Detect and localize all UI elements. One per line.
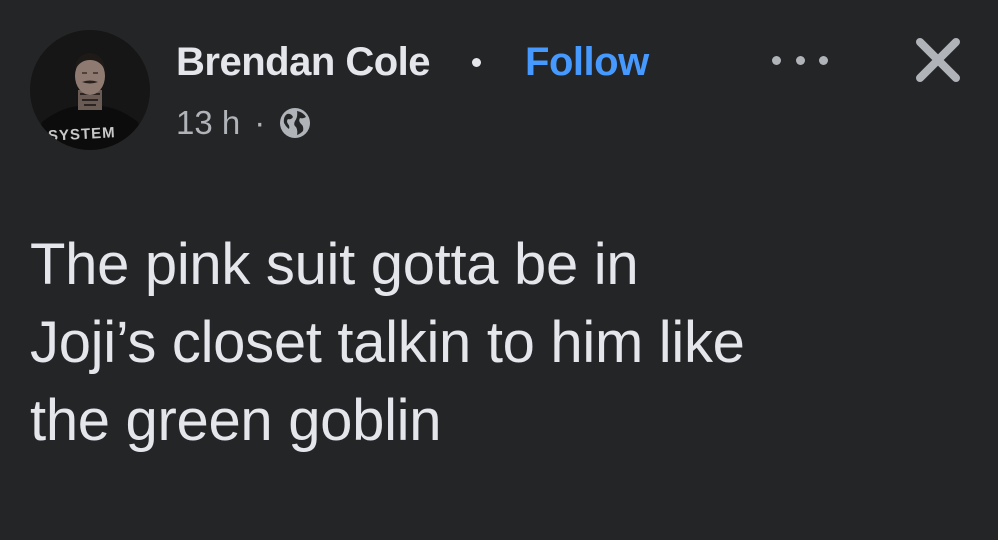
- post-card: SYSTEM Brendan Cole Follow 13 h · The pi…: [0, 0, 998, 540]
- post-text-line: the green goblin: [30, 388, 442, 453]
- post-body-text: The pink suit gotta be in Joji’s closet …: [30, 226, 980, 460]
- avatar-shirt-text: SYSTEM: [47, 124, 117, 145]
- post-timestamp[interactable]: 13 h: [176, 104, 240, 142]
- author-name[interactable]: Brendan Cole: [176, 40, 431, 85]
- more-icon-dot: [819, 55, 828, 65]
- globe-icon: [277, 105, 313, 141]
- post-meta: 13 h ·: [176, 100, 313, 146]
- close-icon: [916, 38, 960, 82]
- post-header: SYSTEM Brendan Cole Follow 13 h ·: [0, 0, 998, 170]
- follow-button[interactable]: Follow: [525, 40, 649, 85]
- post-text-line: Joji’s closet talkin to him like: [30, 310, 745, 375]
- more-icon-dot: [795, 55, 805, 65]
- post-text-line: The pink suit gotta be in: [30, 232, 639, 297]
- more-options-button[interactable]: [772, 45, 828, 75]
- author-row: Brendan Cole Follow: [176, 34, 649, 90]
- author-avatar[interactable]: SYSTEM: [30, 30, 150, 150]
- close-button[interactable]: [908, 30, 968, 90]
- separator-dot: [472, 57, 482, 67]
- meta-separator: ·: [254, 104, 266, 141]
- more-icon-dot: [772, 55, 781, 65]
